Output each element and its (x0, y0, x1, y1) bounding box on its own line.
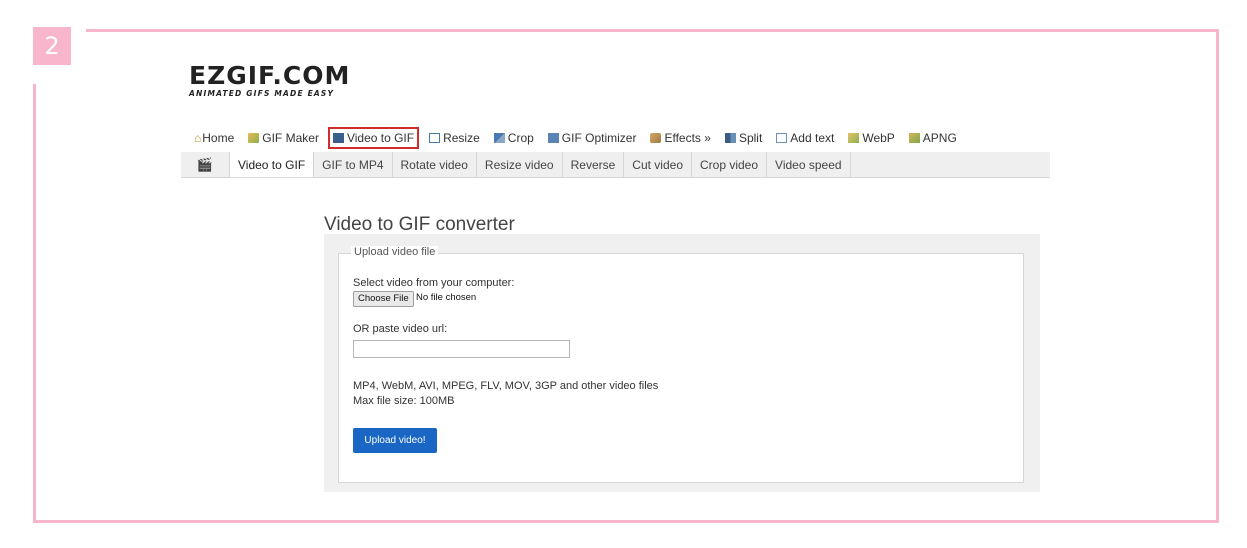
tab-rotate-video[interactable]: Rotate video (393, 152, 477, 177)
nav-gif-optimizer[interactable]: GIF Optimizer (547, 131, 637, 145)
step-badge: 2 (33, 27, 71, 65)
nav-webp[interactable]: WebP (848, 131, 895, 145)
nav-crop[interactable]: Crop (493, 131, 534, 145)
nav-label: Effects » (664, 131, 711, 145)
nav-label: WebP (862, 131, 895, 145)
nav-gif-maker[interactable]: GIF Maker (248, 131, 319, 145)
tab-reverse[interactable]: Reverse (563, 152, 625, 177)
video-tools-subnav: 🎬 Video to GIF GIF to MP4 Rotate video R… (181, 152, 1050, 178)
logo-wordmark: EZGIF.COM (189, 61, 351, 90)
crop-icon (493, 133, 505, 143)
optimizer-icon (547, 133, 559, 143)
file-status: No file chosen (416, 292, 477, 303)
nav-resize[interactable]: Resize (429, 131, 480, 145)
nav-label: APNG (922, 131, 957, 145)
apng-icon (908, 133, 920, 143)
add-text-icon (776, 133, 788, 143)
clapperboard-icon: 🎬 (196, 156, 214, 172)
tab-resize-video[interactable]: Resize video (477, 152, 563, 177)
split-icon (724, 133, 736, 143)
nav-label: Video to GIF (346, 131, 415, 145)
upload-panel: Upload video file Select video from your… (324, 234, 1040, 492)
nav-apng[interactable]: APNG (908, 131, 957, 145)
nav-split[interactable]: Split (724, 131, 763, 145)
nav-label: Resize (443, 131, 480, 145)
nav-label: Split (738, 131, 763, 145)
film-icon (332, 133, 344, 143)
main-nav: ⌂ Home GIF Maker Video to GIF Resize Cro… (194, 127, 971, 149)
effects-icon (650, 133, 662, 143)
home-icon: ⌂ (194, 131, 202, 145)
webp-icon (848, 133, 860, 143)
nav-label: GIF Maker (262, 131, 319, 145)
url-label: OR paste video url: (353, 323, 448, 335)
nav-label: Home (202, 131, 235, 145)
choose-file-button[interactable]: Choose File (353, 291, 414, 307)
page-title: Video to GIF converter (324, 213, 515, 235)
video-url-input[interactable] (353, 340, 570, 358)
tab-video-to-gif[interactable]: Video to GIF (229, 152, 315, 177)
formats-note: MP4, WebM, AVI, MPEG, FLV, MOV, 3GP and … (353, 380, 659, 392)
tab-gif-to-mp4[interactable]: GIF to MP4 (314, 152, 393, 177)
select-video-label: Select video from your computer: (353, 277, 515, 289)
resize-icon (429, 133, 441, 143)
fieldset-legend: Upload video file (351, 246, 439, 258)
ezgif-logo[interactable]: EZGIF.COM ANIMATED GIFS MADE EASY (189, 61, 351, 98)
upload-fieldset: Upload video file Select video from your… (338, 246, 1024, 483)
nav-video-to-gif[interactable]: Video to GIF (327, 127, 420, 149)
tab-cut-video[interactable]: Cut video (624, 152, 692, 177)
nav-add-text[interactable]: Add text (776, 131, 834, 145)
max-size-note: Max file size: 100MB (353, 395, 455, 407)
logo-tagline: ANIMATED GIFS MADE EASY (189, 89, 335, 98)
tab-crop-video[interactable]: Crop video (692, 152, 768, 177)
nav-label: Crop (507, 131, 534, 145)
tab-video-speed[interactable]: Video speed (767, 152, 851, 177)
nav-label: GIF Optimizer (561, 131, 637, 145)
nav-effects[interactable]: Effects » (650, 131, 711, 145)
nav-home[interactable]: ⌂ Home (194, 131, 234, 145)
upload-video-button[interactable]: Upload video! (353, 428, 437, 453)
nav-label: Add text (790, 131, 835, 145)
gif-maker-icon (248, 133, 260, 143)
